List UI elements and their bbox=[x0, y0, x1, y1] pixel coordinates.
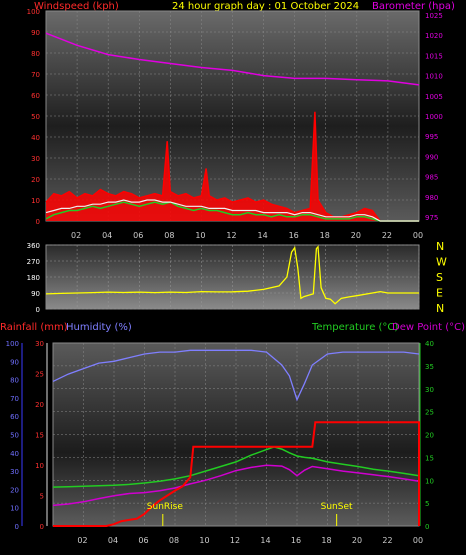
x-tick-label: 08 bbox=[164, 231, 174, 240]
humidity-tick-label: 40 bbox=[10, 450, 19, 458]
rain-tick-label: 10 bbox=[35, 462, 44, 470]
y-tick-label: 60 bbox=[31, 92, 40, 100]
x-tick-label: 18 bbox=[321, 536, 331, 545]
x-tick-label: 02 bbox=[71, 231, 81, 240]
direction-label: E bbox=[436, 287, 443, 300]
humidity-tick-label: 20 bbox=[10, 486, 19, 494]
x-tick-label: 12 bbox=[226, 231, 236, 240]
y-tick-label: 20 bbox=[31, 176, 40, 184]
x-tick-label: 14 bbox=[257, 231, 267, 240]
y-tick-label: 40 bbox=[31, 134, 40, 142]
y-tick-label: 100 bbox=[27, 8, 40, 16]
humidity-tick-label: 100 bbox=[6, 340, 19, 348]
temp-tick-label: 15 bbox=[425, 454, 434, 462]
x-tick-label: 08 bbox=[169, 536, 179, 545]
chart-title: 24 hour graph day : 01 October 2024 bbox=[172, 1, 359, 12]
y2-tick-label: 1025 bbox=[425, 12, 443, 20]
x-tick-label: 12 bbox=[230, 536, 240, 545]
rain-tick-label: 25 bbox=[35, 371, 44, 379]
y-tick-label: 30 bbox=[31, 155, 40, 163]
x-tick-label: 10 bbox=[199, 536, 209, 545]
y-tick-label: 360 bbox=[27, 242, 40, 250]
rainfall-axis-title: Rainfall (mm) bbox=[0, 322, 68, 333]
x-tick-label: 22 bbox=[382, 231, 392, 240]
y-tick-label: 70 bbox=[31, 71, 40, 79]
x-tick-label: 18 bbox=[320, 231, 330, 240]
y-tick-label: 50 bbox=[31, 113, 40, 121]
weather-graph: Windspeed (kph) 24 hour graph day : 01 O… bbox=[0, 1, 465, 545]
temp-tick-label: 35 bbox=[425, 363, 434, 371]
x-tick-label: 14 bbox=[260, 536, 270, 545]
direction-label: W bbox=[436, 256, 447, 269]
x-tick-label: 00 bbox=[413, 231, 423, 240]
x-tick-label: 04 bbox=[108, 536, 118, 545]
rain-tick-label: 15 bbox=[35, 432, 44, 440]
x-tick-label: 06 bbox=[133, 231, 143, 240]
y2-tick-label: 1000 bbox=[425, 113, 443, 121]
y-tick-label: 80 bbox=[31, 50, 40, 58]
rain-tick-label: 5 bbox=[40, 493, 44, 501]
direction-label: S bbox=[436, 271, 443, 284]
x-tick-label: 20 bbox=[351, 231, 361, 240]
humidity-tick-label: 50 bbox=[10, 432, 19, 440]
x-tick-label: 06 bbox=[138, 536, 148, 545]
windspeed-axis-title: Windspeed (kph) bbox=[34, 1, 119, 12]
humidity-tick-label: 70 bbox=[10, 395, 19, 403]
temp-tick-label: 40 bbox=[425, 340, 434, 348]
x-tick-label: 10 bbox=[195, 231, 205, 240]
temp-tick-label: 5 bbox=[425, 500, 429, 508]
y-tick-label: 0 bbox=[36, 218, 40, 226]
x-tick-label: 16 bbox=[289, 231, 299, 240]
y2-tick-label: 985 bbox=[425, 174, 438, 182]
annotation-sunrise: SunRise bbox=[147, 502, 184, 512]
rain-tick-label: 20 bbox=[35, 401, 44, 409]
y2-tick-label: 980 bbox=[425, 194, 438, 202]
x-tick-label: 16 bbox=[291, 536, 301, 545]
y2-tick-label: 1020 bbox=[425, 32, 443, 40]
y-tick-label: 0 bbox=[36, 306, 40, 314]
temperature-axis-title: Temperature (°C) bbox=[311, 322, 398, 333]
rain-tick-label: 0 bbox=[40, 523, 44, 531]
humidity-tick-label: 80 bbox=[10, 377, 19, 385]
y2-tick-label: 1015 bbox=[425, 52, 443, 60]
y2-tick-label: 995 bbox=[425, 133, 438, 141]
dewpoint-axis-title: Dew Point (°C) bbox=[392, 322, 465, 333]
y2-tick-label: 1010 bbox=[425, 73, 443, 81]
y-tick-label: 180 bbox=[27, 274, 40, 282]
humidity-tick-label: 90 bbox=[10, 358, 19, 366]
y2-tick-label: 975 bbox=[425, 214, 438, 222]
y2-tick-label: 1005 bbox=[425, 93, 443, 101]
temp-tick-label: 0 bbox=[425, 523, 429, 531]
temp-tick-label: 25 bbox=[425, 409, 434, 417]
humidity-tick-label: 10 bbox=[10, 505, 19, 513]
direction-label: N bbox=[436, 302, 444, 315]
y-tick-label: 10 bbox=[31, 197, 40, 205]
humidity-tick-label: 60 bbox=[10, 413, 19, 421]
x-tick-label: 04 bbox=[102, 231, 112, 240]
x-tick-label: 00 bbox=[413, 536, 423, 545]
annotation-sunset: SunSet bbox=[321, 502, 353, 512]
humidity-tick-label: 0 bbox=[15, 523, 19, 531]
y-tick-label: 90 bbox=[31, 290, 40, 298]
x-tick-label: 20 bbox=[352, 536, 362, 545]
rain-tick-label: 30 bbox=[35, 340, 44, 348]
y2-tick-label: 990 bbox=[425, 153, 438, 161]
y-tick-label: 270 bbox=[27, 258, 40, 266]
temp-tick-label: 30 bbox=[425, 386, 434, 394]
humidity-axis-title: Humidity (%) bbox=[66, 322, 132, 333]
direction-label: N bbox=[436, 240, 444, 253]
barometer-axis-title: Barometer (hpa) bbox=[372, 1, 455, 12]
x-tick-label: 22 bbox=[382, 536, 392, 545]
humidity-tick-label: 30 bbox=[10, 468, 19, 476]
temp-panel bbox=[52, 342, 420, 527]
y-tick-label: 90 bbox=[31, 29, 40, 37]
temp-tick-label: 10 bbox=[425, 477, 434, 485]
temp-tick-label: 20 bbox=[425, 432, 434, 440]
x-tick-label: 02 bbox=[77, 536, 87, 545]
